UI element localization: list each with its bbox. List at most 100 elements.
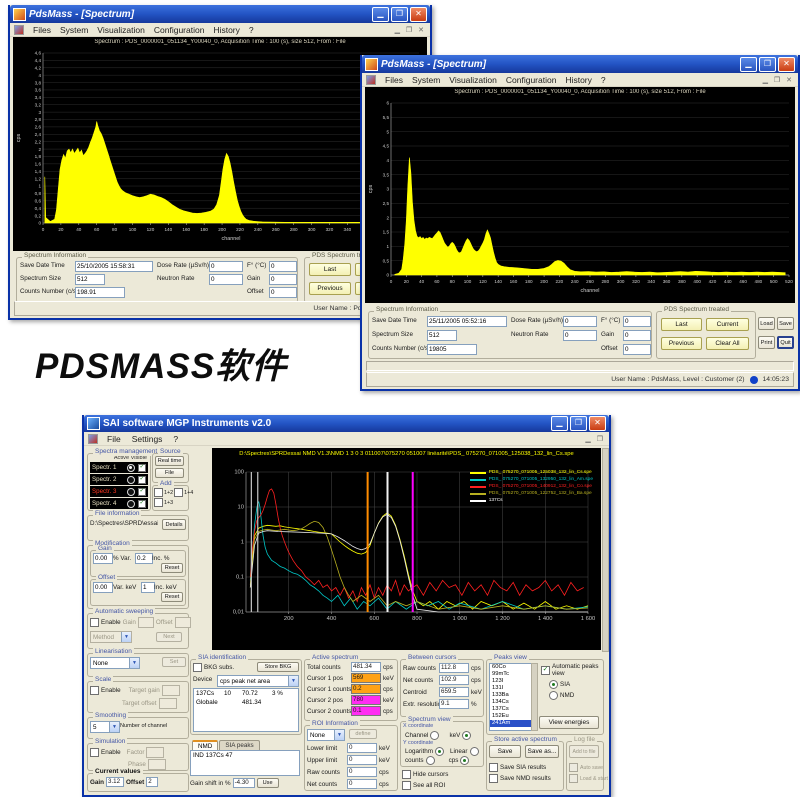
logarithm-radio[interactable] [435,747,444,756]
active-radio[interactable] [127,464,135,472]
maximize-button[interactable]: ❐ [759,57,776,72]
close-button[interactable]: ✕ [589,416,606,431]
device-dropdown[interactable]: cps peak net area▼ [217,675,299,687]
menu-item[interactable]: Configuration [506,75,557,85]
active-radio[interactable] [127,500,135,508]
minimize-button[interactable]: ▁ [740,57,757,72]
offset-spinner[interactable] [93,582,113,593]
offset-field[interactable] [623,344,651,355]
isotope-item[interactable]: 123I [490,678,532,685]
maximize-button[interactable]: ❐ [391,7,408,22]
menu-item[interactable]: Visualization [449,75,497,85]
isotope-item[interactable]: 137Cs [490,706,532,713]
menu-item[interactable]: History [565,75,591,85]
neutron-rate-field[interactable] [209,274,243,285]
previous-button[interactable]: Previous [661,337,702,350]
offset-increment-field[interactable] [141,582,155,593]
linear-radio[interactable] [470,747,479,756]
store-bkg-button[interactable]: Store BKG [257,662,299,672]
gain-field[interactable] [269,274,297,285]
nmd-radio[interactable] [549,691,558,700]
gain-increment-field[interactable] [135,553,153,564]
spectrum-chart-area[interactable]: Spectrum : PDS_0000001_051134_Y00040_0, … [365,87,795,303]
menu-item[interactable]: Files [385,75,403,85]
scale-enable-checkbox[interactable] [90,686,99,695]
channel-radio[interactable] [430,731,439,740]
isotope-item[interactable]: 99mTc [490,671,532,678]
last-button[interactable]: Last [661,318,702,331]
isotope-item[interactable]: 241Am [490,720,532,727]
chart-scrollbar[interactable] [602,448,609,652]
menu-item[interactable]: ? [173,434,178,444]
mdi-window-buttons[interactable]: ▁ ❐ [585,435,605,443]
menu-item[interactable]: History [213,25,239,35]
current-button[interactable]: Current [706,318,749,331]
isotope-item[interactable]: 133Ba [490,692,532,699]
gain-spinner[interactable] [93,553,113,564]
load-button[interactable]: Load [758,317,775,330]
mdi-window-buttons[interactable]: ▁ ❐ ✕ [763,76,794,84]
menu-item[interactable]: Settings [132,434,163,444]
add-1-2-checkbox[interactable] [154,488,163,497]
quit-button[interactable]: Quit [777,336,794,349]
hide-cursors-checkbox[interactable] [402,770,411,779]
isotope-list-scrollbar[interactable] [531,663,538,731]
gain-field[interactable] [623,330,651,341]
save-as-button[interactable]: Save as... [525,745,559,758]
close-button[interactable]: ✕ [778,57,795,72]
visible-checkbox[interactable]: ✓ [138,464,146,472]
save-spectrum-button[interactable]: Save [489,745,521,758]
visible-checkbox[interactable]: ✓ [138,488,146,496]
neutron-rate-field[interactable] [563,330,597,341]
cps-radio[interactable] [460,756,469,765]
temp-field[interactable] [623,316,651,327]
menu-item[interactable]: System [60,25,88,35]
previous-button[interactable]: Previous [309,282,351,295]
isotope-item[interactable]: 60Co [490,664,532,671]
view-energies-button[interactable]: View energies [539,716,599,729]
minimize-button[interactable]: ▁ [372,7,389,22]
gain-reset-button[interactable]: Reset [161,563,183,573]
temp-field[interactable] [269,261,297,272]
sia-radio[interactable] [549,680,558,689]
counts-number-field[interactable] [427,344,477,355]
save-date-field[interactable] [75,261,153,272]
menu-item[interactable]: Visualization [97,25,145,35]
smoothing-dropdown[interactable]: 5▼ [90,721,120,733]
active-radio[interactable] [127,488,135,496]
spectrum-size-field[interactable] [427,330,457,341]
counts-number-field[interactable] [75,287,125,298]
spectrum-row-2[interactable]: Spectr. 2✓ [90,474,148,485]
menu-item[interactable]: ? [601,75,606,85]
menu-item[interactable]: System [412,75,440,85]
mdi-window-buttons[interactable]: ▁ ❐ ✕ [395,26,426,34]
details-button[interactable]: Details [162,519,186,530]
dose-rate-field[interactable] [209,261,243,272]
sweeping-enable-checkbox[interactable] [90,618,99,627]
file-button[interactable]: File [155,468,184,478]
save-sia-results-checkbox[interactable] [489,763,498,772]
visible-checkbox[interactable]: ✓ [138,500,146,508]
roi-dropdown[interactable]: None▼ [307,729,345,741]
add-1-3-checkbox[interactable] [154,498,163,507]
maximize-button[interactable]: ❐ [570,416,587,431]
kev-radio[interactable] [462,731,471,740]
active-radio[interactable] [127,476,135,484]
save-button[interactable]: Save [777,317,794,330]
bkg-subs-checkbox[interactable] [193,663,202,672]
isotope-item[interactable]: 131I [490,685,532,692]
clear-all-button[interactable]: Clear All [706,337,749,350]
print-button[interactable]: Print [758,336,775,349]
menu-item[interactable]: Files [33,25,51,35]
menu-item[interactable]: ? [249,25,254,35]
menu-item[interactable]: Configuration [154,25,205,35]
multi-spectrum-chart-area[interactable]: D:\Spectres\SPRDessai NMD V1.3\NMD 1 3 0… [212,448,601,650]
see-all-roi-checkbox[interactable] [402,781,411,790]
menu-item[interactable]: File [107,434,121,444]
add-1-4-checkbox[interactable] [174,488,183,497]
titlebar[interactable]: PdsMass - [Spectrum] ▁ ❐ ✕ [362,55,798,73]
real-time-button[interactable]: Real time [155,456,184,466]
last-button[interactable]: Last [309,263,351,276]
use-button[interactable]: Use [257,778,279,788]
save-date-field[interactable] [427,316,507,327]
